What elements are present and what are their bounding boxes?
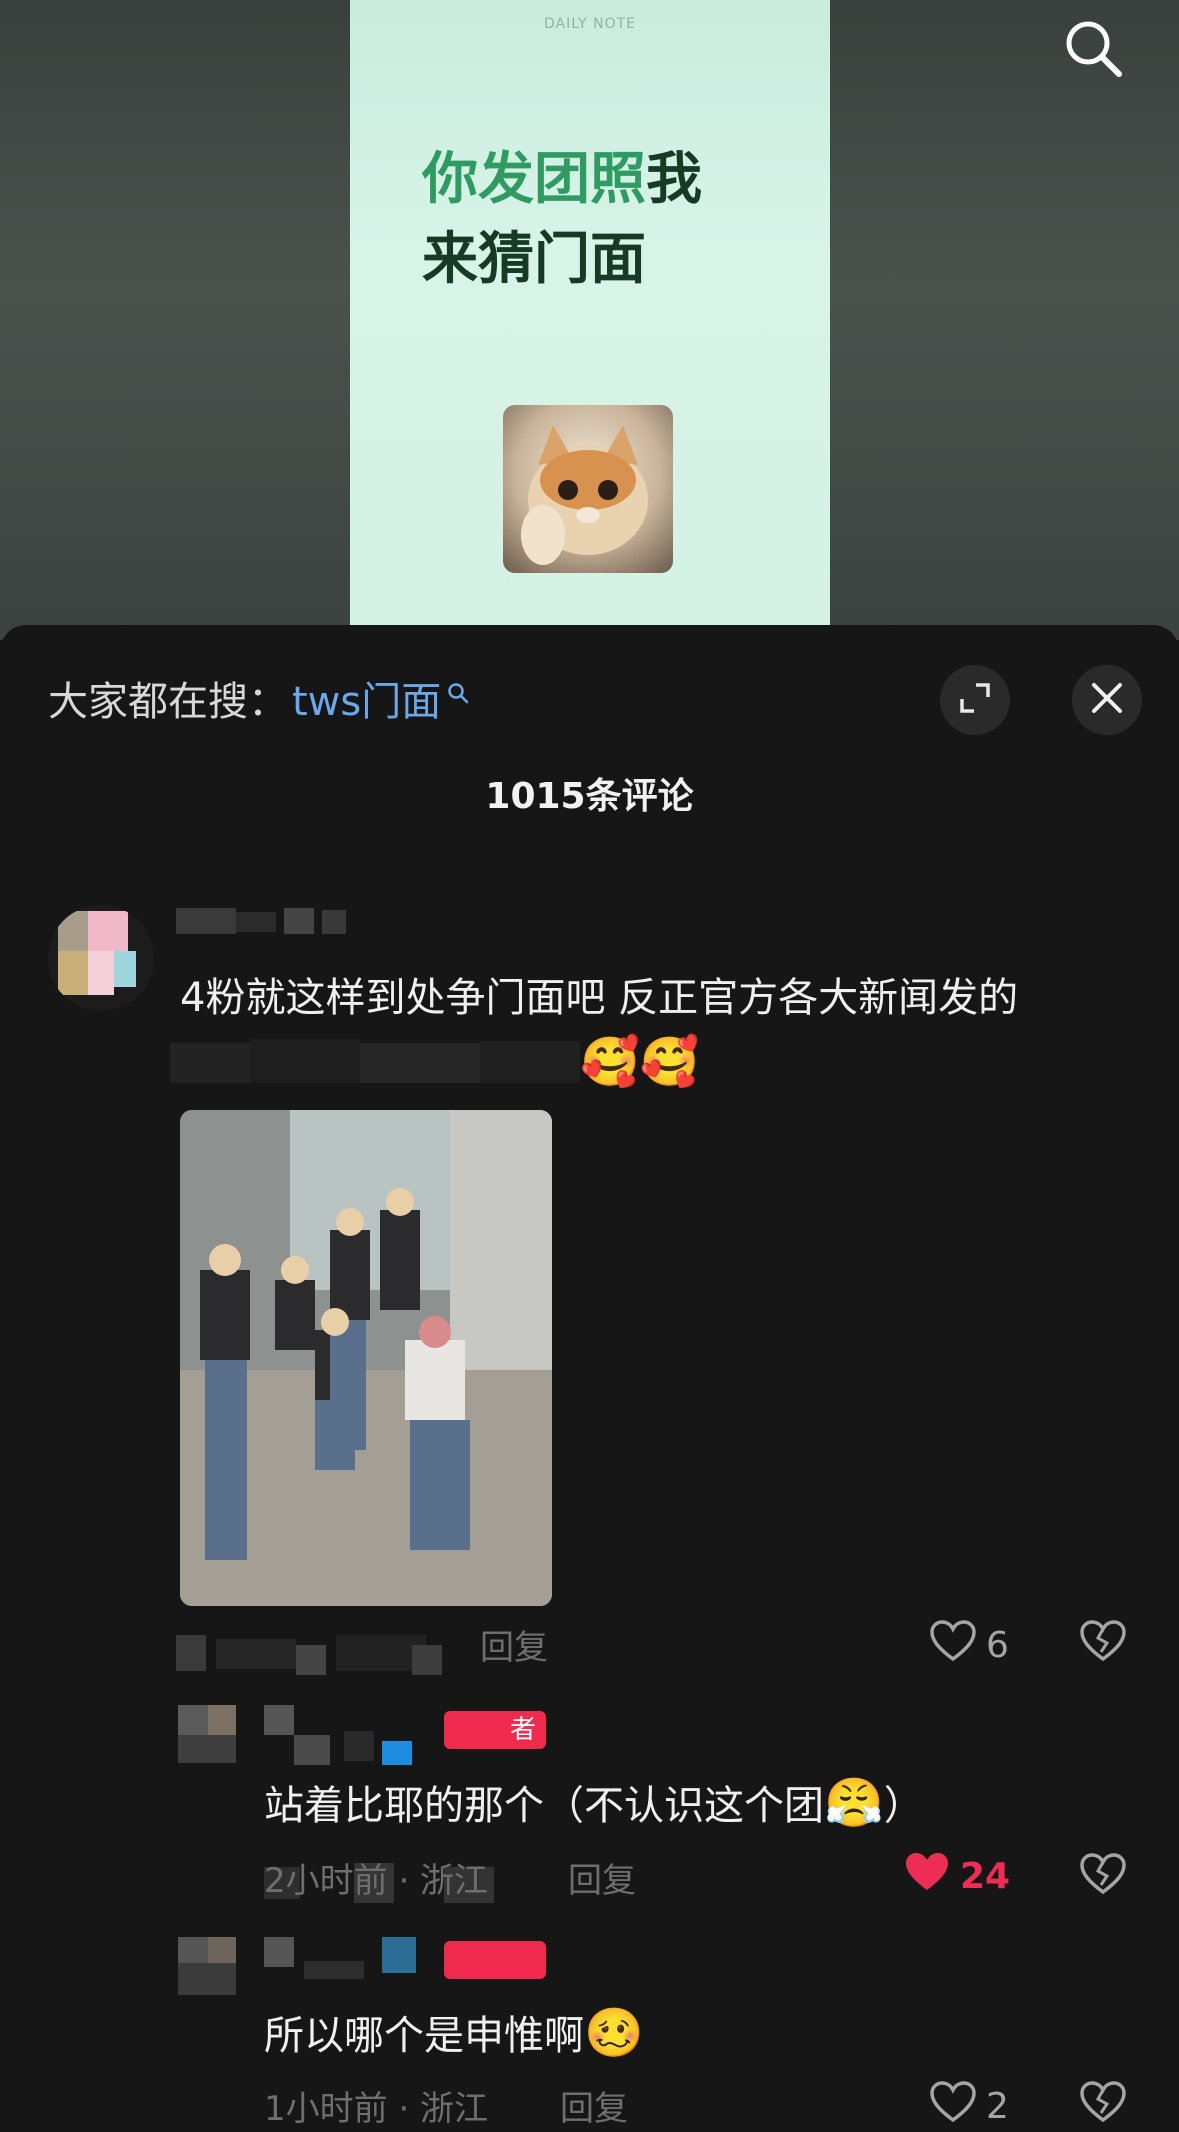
trending-query-link[interactable]: tws门面 [292, 669, 441, 727]
close-button[interactable] [1072, 665, 1142, 735]
comment-emoji: 😤 [824, 1775, 884, 1831]
comment-text: 站着比耶的那个（不认识这个团 [264, 1783, 824, 1829]
broken-heart-icon [1080, 1853, 1126, 1899]
video-background[interactable]: DAILY NOTE 你发团照我 来猜门面 [0, 0, 1179, 640]
note-title: 你发团照我 来猜门面 [422, 140, 702, 300]
comment-emojis: 🥰🥰 [580, 1034, 700, 1090]
username-blurred[interactable] [264, 1937, 434, 1987]
comment-sheet: 大家都在搜： tws门面 1015条评论 4粉就这样到处争门面吧 反正官方各大新… [0, 625, 1179, 2129]
author-badge [444, 1941, 546, 1979]
comment-time: 1小时前 · 浙江 [264, 2089, 489, 2129]
broken-heart-icon [1080, 2081, 1126, 2127]
comment-photo[interactable] [180, 1110, 552, 1606]
avatar[interactable] [48, 905, 154, 1011]
comment-text-blurred [170, 1035, 580, 1087]
reply-link[interactable]: 回复 [480, 1620, 548, 1669]
expand-button[interactable] [940, 665, 1010, 735]
like-button[interactable]: 24 [904, 1851, 1010, 1902]
note-title-highlight: 你发团照 [422, 147, 646, 212]
like-count: 6 [986, 1625, 1009, 1666]
broken-heart-icon [1080, 1620, 1126, 1666]
comment-emoji: 🥴 [584, 2005, 644, 2061]
comment-body: 所以哪个是申惟啊🥴 [264, 2003, 644, 2061]
heart-icon [904, 1851, 950, 1902]
comment-time: 2小时前 · 浙江 [264, 1861, 489, 1901]
note-title-line2: 来猜门面 [422, 227, 646, 292]
note-card: DAILY NOTE 你发团照我 来猜门面 [350, 0, 830, 640]
trending-prefix: 大家都在搜： [48, 679, 288, 725]
username-blurred[interactable] [176, 908, 346, 934]
reply-link[interactable]: 回复 [560, 2081, 628, 2130]
avatar[interactable] [178, 1705, 236, 1763]
comment-meta-blurred [176, 1625, 476, 1675]
like-count: 2 [986, 2086, 1009, 2127]
comment-text: 4粉就这样到处争门面吧 反正官方各大新闻发的 [180, 975, 1019, 1021]
heart-icon [930, 2081, 976, 2132]
note-title-rest: 我 [646, 147, 702, 212]
comment-count: 1015条评论 [485, 776, 694, 817]
expand-icon [958, 681, 992, 719]
comment-text: 所以哪个是申惟啊 [264, 2013, 584, 2059]
note-brand: DAILY NOTE [543, 16, 637, 32]
comment-text-end: ） [883, 1783, 924, 1829]
like-button[interactable]: 2 [930, 2081, 1009, 2132]
reply-link[interactable]: 回复 [568, 1853, 636, 1902]
search-icon [1062, 17, 1124, 83]
trending-search[interactable]: 大家都在搜： tws门面 [48, 669, 469, 727]
comment-body: 站着比耶的那个（不认识这个团😤） [264, 1773, 924, 1831]
close-icon [1090, 681, 1124, 719]
cat-sticker-image [503, 405, 673, 573]
author-badge: 者 [444, 1711, 546, 1749]
like-count: 24 [960, 1856, 1011, 1897]
avatar[interactable] [178, 1937, 236, 1995]
small-search-icon [447, 668, 469, 714]
like-button[interactable]: 6 [930, 1620, 1009, 1671]
dislike-button[interactable] [1080, 1620, 1126, 1666]
dislike-button[interactable] [1080, 1853, 1126, 1899]
heart-icon [930, 1620, 976, 1671]
dislike-button[interactable] [1080, 2081, 1126, 2127]
search-button[interactable] [1055, 12, 1131, 88]
